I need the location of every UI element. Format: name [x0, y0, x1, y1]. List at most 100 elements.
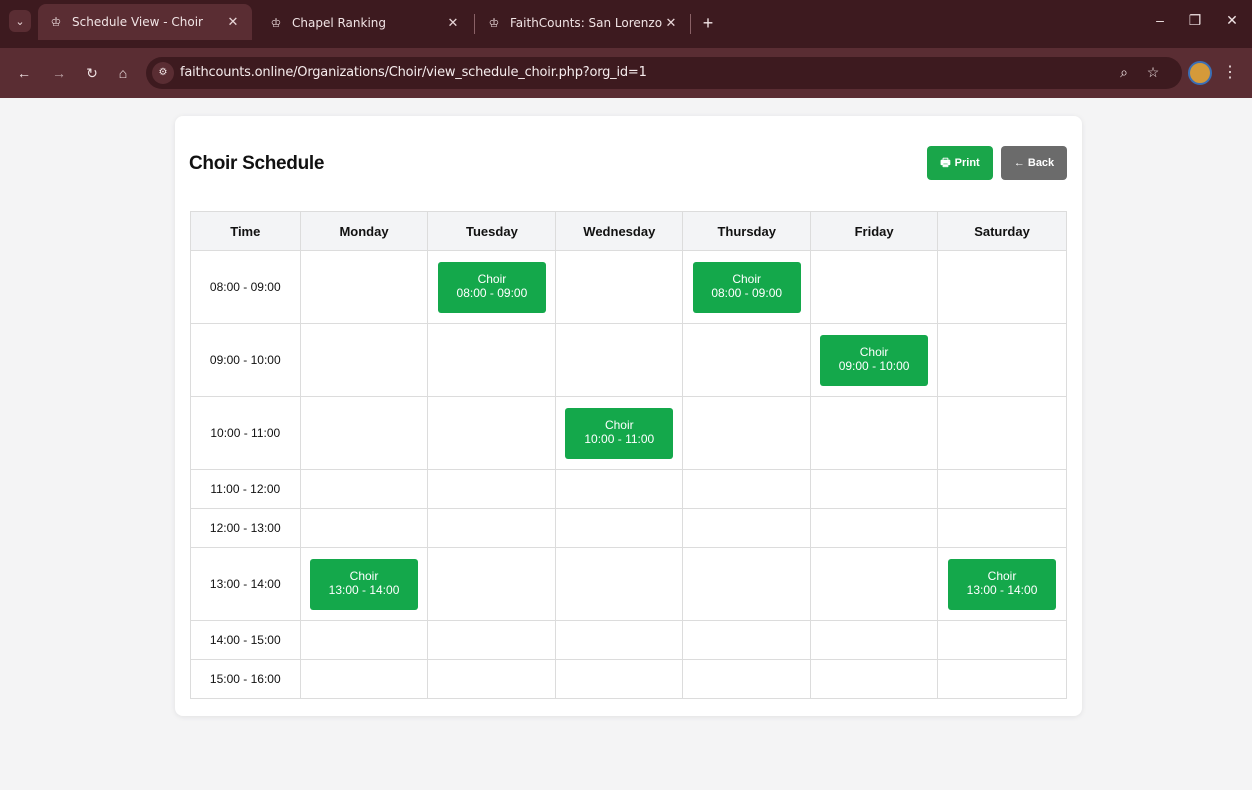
schedule-cell — [937, 508, 1067, 548]
event-block-choir[interactable]: Choir 13:00 - 14:00 — [948, 558, 1057, 610]
column-header-tuesday: Tuesday — [427, 211, 557, 251]
event-name: Choir — [987, 568, 1017, 583]
restore-icon[interactable]: ❐ — [1183, 12, 1207, 29]
table-row: 14:00 - 15:00 — [190, 620, 1067, 660]
schedule-cell — [682, 323, 812, 397]
window-close-icon[interactable]: ✕ — [1220, 12, 1244, 29]
schedule-cell: Choir 10:00 - 11:00 — [555, 396, 684, 470]
event-block-choir[interactable]: Choir 08:00 - 09:00 — [692, 261, 801, 313]
minimize-icon[interactable]: – — [1148, 12, 1172, 28]
event-block-choir[interactable]: Choir 10:00 - 11:00 — [565, 407, 674, 459]
schedule-cell — [427, 469, 557, 509]
time-slot-cell: 15:00 - 16:00 — [190, 659, 301, 699]
event-block-choir[interactable]: Choir 09:00 - 10:00 — [820, 334, 929, 386]
table-row: 13:00 - 14:00 Choir 13:00 - 14:00 Choir 13:0… — [190, 547, 1067, 621]
column-header-wednesday: Wednesday — [555, 211, 684, 251]
schedule-cell — [810, 659, 939, 699]
event-name: Choir — [604, 417, 634, 432]
home-icon[interactable]: ⌂ — [112, 62, 134, 84]
time-slot-cell: 13:00 - 14:00 — [190, 547, 301, 621]
back-button[interactable]: ← Back — [1001, 146, 1067, 180]
event-name: Choir — [732, 271, 762, 286]
schedule-cell — [937, 620, 1067, 660]
url-text[interactable]: faithcounts.online/Organizations/Choir/v… — [180, 65, 647, 80]
schedule-cell — [810, 250, 939, 324]
close-icon[interactable]: ✕ — [444, 16, 462, 31]
table-body: 08:00 - 09:00 Choir 08:00 - 09:00 Choir 08:0… — [190, 250, 1067, 699]
schedule-cell: Choir 09:00 - 10:00 — [810, 323, 939, 397]
event-time: 08:00 - 09:00 — [456, 285, 528, 300]
event-name: Choir — [859, 344, 889, 359]
schedule-cell — [299, 469, 429, 509]
schedule-cell — [427, 547, 557, 621]
back-label: ← Back — [1013, 157, 1055, 169]
site-favicon-icon: ♔ — [488, 16, 500, 30]
schedule-cell — [810, 620, 939, 660]
schedule-cell — [555, 469, 684, 509]
time-slot-cell: 11:00 - 12:00 — [190, 469, 301, 509]
close-icon[interactable]: ✕ — [224, 15, 242, 30]
schedule-cell — [682, 508, 812, 548]
schedule-cell: Choir 13:00 - 14:00 — [299, 547, 429, 621]
schedule-cell — [427, 620, 557, 660]
event-name: Choir — [349, 568, 379, 583]
site-favicon-icon: ♔ — [50, 15, 62, 29]
schedule-cell — [299, 250, 429, 324]
event-block-choir[interactable]: Choir 13:00 - 14:00 — [310, 558, 419, 610]
schedule-cell — [299, 620, 429, 660]
column-header-time: Time — [190, 211, 301, 251]
tab-chapel-ranking[interactable]: ♔ Chapel Ranking ✕ — [258, 6, 472, 40]
schedule-cell — [810, 396, 939, 470]
tab-separator — [474, 14, 475, 34]
schedule-cell — [682, 659, 812, 699]
time-slot-cell: 09:00 - 10:00 — [190, 323, 301, 397]
zoom-icon[interactable]: ⌕ — [1114, 64, 1134, 81]
new-tab-plus-icon[interactable]: + — [697, 12, 719, 34]
schedule-cell — [937, 469, 1067, 509]
schedule-cell — [427, 323, 557, 397]
table-row: 10:00 - 11:00 Choir 10:00 - 11:00 — [190, 396, 1067, 470]
tab-separator — [690, 14, 691, 34]
profile-avatar[interactable] — [1188, 61, 1212, 85]
column-header-saturday: Saturday — [937, 211, 1067, 251]
time-slot-cell: 12:00 - 13:00 — [190, 508, 301, 548]
event-block-choir[interactable]: Choir 08:00 - 09:00 — [437, 261, 546, 313]
table-header-row: Time Monday Tuesday Wednesday Thursday Friday… — [190, 211, 1067, 251]
event-time: 09:00 - 10:00 — [838, 358, 910, 373]
schedule-cell — [937, 659, 1067, 699]
event-time: 10:00 - 11:00 — [584, 431, 655, 446]
back-arrow-icon[interactable]: ← — [13, 62, 35, 84]
schedule-cell: Choir 13:00 - 14:00 — [937, 547, 1067, 621]
tab-schedule-view[interactable]: ♔ Schedule View - Choir ✕ — [38, 4, 252, 40]
browser-toolbar: ← → ↻ ⌂ ⚙ faithcounts.online/Organizatio… — [0, 48, 1252, 98]
tab-search-chevron-icon[interactable]: ⌄ — [9, 10, 31, 32]
bookmark-star-icon[interactable]: ☆ — [1143, 64, 1163, 81]
schedule-cell — [937, 396, 1067, 470]
schedule-cell — [937, 323, 1067, 397]
table-row: 08:00 - 09:00 Choir 08:00 - 09:00 Choir 08:0… — [190, 250, 1067, 324]
site-info-icon[interactable]: ⚙ — [152, 62, 174, 84]
reload-icon[interactable]: ↻ — [81, 62, 103, 84]
schedule-cell — [555, 323, 684, 397]
address-bar[interactable]: ⚙ faithcounts.online/Organizations/Choir… — [146, 57, 1182, 89]
schedule-cell — [682, 620, 812, 660]
table-row: 09:00 - 10:00 Choir 09:00 - 10:00 — [190, 323, 1067, 397]
column-header-thursday: Thursday — [682, 211, 812, 251]
tab-faithcounts[interactable]: ♔ FaithCounts: San Lorenzo Diako ✕ — [476, 6, 690, 40]
schedule-cell — [937, 250, 1067, 324]
close-icon[interactable]: ✕ — [662, 16, 680, 31]
table-row: 12:00 - 13:00 — [190, 508, 1067, 548]
schedule-cell — [555, 508, 684, 548]
schedule-cell — [299, 396, 429, 470]
schedule-cell — [555, 250, 684, 324]
column-header-monday: Monday — [299, 211, 429, 251]
schedule-cell — [299, 508, 429, 548]
schedule-cell — [427, 508, 557, 548]
schedule-cell — [555, 659, 684, 699]
menu-kebab-icon[interactable]: ⋮ — [1222, 62, 1238, 84]
forward-arrow-icon[interactable]: → — [48, 62, 70, 84]
schedule-cell — [682, 547, 812, 621]
print-button[interactable]: 🖶 Print — [927, 146, 993, 180]
table-row: 11:00 - 12:00 — [190, 469, 1067, 509]
event-time: 13:00 - 14:00 — [328, 582, 400, 597]
